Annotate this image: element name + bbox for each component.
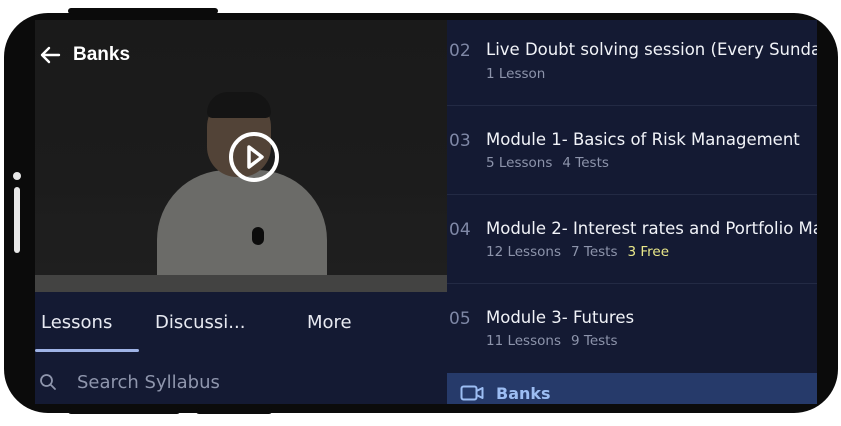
camera-dot [13,172,21,180]
module-title: Module 2- Interest rates and Portfolio M… [486,219,817,238]
active-lesson-item[interactable]: Banks [447,373,817,404]
module-meta: 5 Lessons 4 Tests [486,155,619,171]
module-item-05[interactable]: 05 Module 3- Futures 11 Lessons 9 Tests [447,284,817,373]
video-player[interactable]: Banks [35,20,447,292]
module-meta: 1 Lesson [486,66,555,82]
test-count: 9 Tests [570,333,618,349]
video-camera-icon [460,385,484,401]
module-number: 03 [449,131,471,151]
active-lesson-label: Banks [496,383,551,403]
video-title: Banks [73,44,131,65]
tab-lessons[interactable]: Lessons [41,312,112,333]
module-number: 05 [449,309,471,329]
module-meta: 12 Lessons 7 Tests 3 Free [486,244,679,260]
play-icon[interactable] [228,131,280,183]
lesson-count: 11 Lessons [486,333,561,349]
status-pill [14,187,20,253]
module-title: Module 3- Futures [486,308,635,327]
search-syllabus-input[interactable]: Search Syllabus [35,360,447,404]
search-placeholder: Search Syllabus [77,371,220,393]
tab-discussions[interactable]: Discussi... [155,312,245,333]
video-header: Banks [39,44,130,66]
module-title: Module 1- Basics of Risk Management [486,130,800,149]
module-meta: 11 Lessons 9 Tests [486,333,627,349]
phone-side-button-bottom-1 [68,408,180,414]
phone-side-button-top [68,8,218,14]
free-badge: 3 Free [627,244,670,260]
module-item-02[interactable]: 02 Live Doubt solving session (Every Sun… [447,20,817,106]
phone-side-button-bottom-2 [196,408,272,414]
arrow-left-icon[interactable] [39,44,61,66]
lesson-count: 12 Lessons [486,244,561,260]
module-title: Live Doubt solving session (Every Sunday [486,40,817,59]
test-count: 4 Tests [562,155,609,171]
active-tab-indicator [35,349,139,352]
module-number: 04 [449,220,471,240]
module-number: 02 [449,41,471,61]
test-count: 7 Tests [570,244,618,260]
lesson-count: 1 Lesson [486,66,546,82]
lesson-count: 5 Lessons [486,155,553,171]
tab-more[interactable]: More [307,312,352,333]
search-icon [40,374,56,390]
content-tabs: Lessons Discussi... More [35,292,447,352]
syllabus-list: 02 Live Doubt solving session (Every Sun… [447,20,817,404]
module-item-04[interactable]: 04 Module 2- Interest rates and Portfoli… [447,195,817,284]
module-item-03[interactable]: 03 Module 1- Basics of Risk Management 5… [447,106,817,195]
app-screen: Banks Lessons Discussi... More Search Sy… [35,20,817,404]
